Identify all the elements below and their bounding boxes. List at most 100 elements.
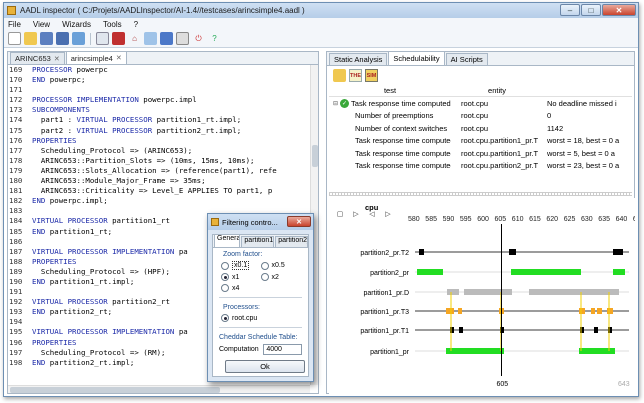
- code-line[interactable]: 180 ARINC653::Module_Major_Frame => 35ms…: [8, 176, 310, 186]
- code-line[interactable]: 181 ARINC653::Criticality => Level_E APP…: [8, 186, 310, 196]
- rewind-icon[interactable]: ◁: [367, 210, 377, 218]
- folder-icon[interactable]: [333, 69, 346, 82]
- table-row[interactable]: Task response time computed root.cpu.par…: [329, 147, 632, 160]
- header-result[interactable]: [543, 86, 632, 96]
- code-line[interactable]: 170 END powerpc;: [8, 75, 310, 85]
- tab-label: ARINC653: [15, 54, 51, 63]
- menu-help[interactable]: ?: [134, 20, 138, 29]
- main-window: AADL inspector ( C:/Projets/AADLInspecto…: [3, 2, 639, 397]
- zoom-radio-x1[interactable]: x1: [221, 273, 261, 281]
- stop-icon[interactable]: ▢: [335, 210, 345, 218]
- zoom-radio-x2[interactable]: x2: [260, 273, 301, 281]
- minimize-button[interactable]: –: [560, 4, 580, 16]
- code-line[interactable]: 175 part2 : VIRTUAL PROCESSOR partition2…: [8, 126, 310, 136]
- editor-horizontal-scrollbar[interactable]: [8, 385, 310, 393]
- zoom-radio-x4[interactable]: x4: [221, 284, 261, 292]
- tab-partition1[interactable]: partition1_: [241, 236, 275, 247]
- save-icon[interactable]: [40, 32, 53, 45]
- find-icon[interactable]: [160, 32, 173, 45]
- code-line[interactable]: 179 ARINC653::Slots_Allocation => (refer…: [8, 166, 310, 176]
- code-line[interactable]: 171: [8, 85, 310, 95]
- radio-label: x2: [271, 273, 279, 281]
- collapse-icon[interactable]: ⊟: [333, 100, 338, 107]
- tab-arinc653[interactable]: ARINC653 ✕: [10, 52, 65, 64]
- entity-cell: root.cpu: [461, 111, 489, 121]
- tick-label: 615: [529, 216, 541, 223]
- tick-label: 630: [581, 216, 593, 223]
- tab-arincsimple4[interactable]: arincsimple4 ✕: [65, 51, 127, 64]
- table-row[interactable]: Number of preemptions root.cpu 0: [329, 110, 632, 123]
- result-cell: worst = 18, best = 0 a: [547, 136, 620, 146]
- print-icon[interactable]: [176, 32, 189, 45]
- code-line[interactable]: 173 SUBCOMPONENTS: [8, 105, 310, 115]
- radio-circle[interactable]: [221, 273, 229, 281]
- split-icon[interactable]: [144, 32, 157, 45]
- reload-icon[interactable]: [72, 32, 85, 45]
- app-icon: [7, 6, 16, 15]
- tab-general[interactable]: General: [214, 234, 241, 247]
- pane-splitter[interactable]: [329, 192, 632, 196]
- sim-button[interactable]: SIM: [365, 69, 378, 82]
- tab-partition2[interactable]: partition2_: [275, 236, 308, 247]
- header-entity[interactable]: entity: [451, 86, 543, 96]
- home-icon[interactable]: ⌂: [128, 32, 141, 45]
- code-line[interactable]: 177 Scheduling_Protocol => (ARINC653);: [8, 146, 310, 156]
- ok-button[interactable]: Ok: [225, 360, 305, 373]
- menu-file[interactable]: File: [8, 20, 21, 29]
- radio-circle[interactable]: [260, 273, 269, 281]
- save-all-icon[interactable]: [56, 32, 69, 45]
- task-bar: [529, 289, 619, 295]
- computation-range-input[interactable]: 4000: [263, 344, 302, 355]
- step-forward-icon[interactable]: ▷: [383, 210, 393, 218]
- tab-schedulability[interactable]: Schedulability: [388, 51, 445, 65]
- scroll-thumb[interactable]: [312, 145, 318, 167]
- close-button[interactable]: ✕: [602, 4, 636, 16]
- close-tab-icon[interactable]: ✕: [54, 55, 60, 63]
- table-row[interactable]: Task response time computed root.cpu.par…: [329, 160, 632, 173]
- header-test[interactable]: test: [329, 86, 451, 96]
- code-line[interactable]: 178 ARINC653::Partition_Slots => (10ms, …: [8, 156, 310, 166]
- table-row[interactable]: Number of context switches root.cpu 1142: [329, 122, 632, 135]
- test-cell: Task response time computed: [351, 98, 451, 108]
- code-line[interactable]: 172 PROCESSOR IMPLEMENTATION powerpc.impl: [8, 95, 310, 105]
- radio-circle[interactable]: [221, 284, 229, 292]
- app-icon: [211, 218, 219, 226]
- table-row[interactable]: ⊟ ✓ Task response time computed root.cpu N…: [329, 97, 632, 110]
- code-line[interactable]: 174 part1 : VIRTUAL PROCESSOR partition1…: [8, 115, 310, 125]
- help-icon[interactable]: ?: [208, 32, 221, 45]
- timeline-chart[interactable]: cpu580 585 590 595 600 605 610 615 620 625 630 635 6…: [329, 198, 635, 394]
- close-tab-icon[interactable]: ✕: [116, 54, 122, 62]
- radio-circle[interactable]: [221, 261, 229, 270]
- test-cell: Task response time computed: [355, 148, 451, 158]
- processor-radio[interactable]: root.cpu: [221, 314, 261, 322]
- radio-circle[interactable]: [260, 261, 269, 270]
- copy-icon[interactable]: [96, 32, 109, 45]
- radio-circle[interactable]: [221, 314, 229, 322]
- zoom-radio-x05[interactable]: x0.5: [260, 261, 301, 270]
- radio-label: x4: [232, 284, 240, 292]
- new-file-icon[interactable]: [8, 32, 21, 45]
- code-line[interactable]: 169 PROCESSOR powerpc: [8, 65, 310, 75]
- code-line[interactable]: 176 PROPERTIES: [8, 136, 310, 146]
- maximize-button[interactable]: □: [581, 4, 601, 16]
- table-row[interactable]: Task response time computed root.cpu.par…: [329, 135, 632, 148]
- menu-tools[interactable]: Tools: [103, 20, 122, 29]
- layers-icon[interactable]: [112, 32, 125, 45]
- open-folder-icon[interactable]: [24, 32, 37, 45]
- scroll-thumb[interactable]: [10, 387, 220, 393]
- exit-icon[interactable]: ⏻: [192, 32, 205, 45]
- workspace: ARINC653 ✕ arincsimple4 ✕ 169 PROCESSOR pow…: [4, 48, 638, 396]
- tab-ai-scripts[interactable]: AI Scripts: [445, 53, 488, 65]
- tick-label: 600: [477, 216, 489, 223]
- analysis-tabs: Static Analysis Schedulability AI Script…: [327, 51, 634, 66]
- play-icon[interactable]: ▷: [351, 210, 361, 218]
- menu-wizards[interactable]: Wizards: [62, 20, 91, 29]
- code-text: VIRTUAL PROCESSOR partition1_rt: [32, 216, 170, 226]
- dialog-close-button[interactable]: ✕: [287, 216, 311, 227]
- tab-static-analysis[interactable]: Static Analysis: [329, 53, 388, 65]
- menu-view[interactable]: View: [33, 20, 50, 29]
- entity-cell: root.cpu.partition1_pr.T: [461, 136, 539, 146]
- zoom-radio-x01[interactable]: x0.1: [221, 261, 261, 270]
- the-button[interactable]: THE: [349, 69, 362, 82]
- code-line[interactable]: 182 END powerpc.impl;: [8, 196, 310, 206]
